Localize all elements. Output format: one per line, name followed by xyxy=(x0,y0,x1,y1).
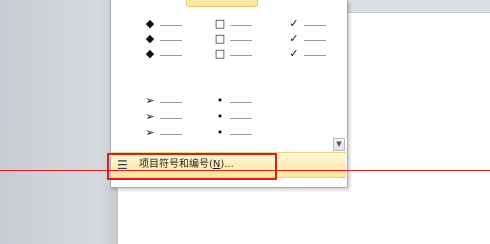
bullet-option-square-2[interactable]: □ xyxy=(213,32,263,46)
bullet-option-arrow-1[interactable]: ➢ xyxy=(143,94,193,108)
bullet-option-arrow-3[interactable]: ➢ xyxy=(143,126,193,140)
arrowhead-bullet-icon: ➢ xyxy=(145,94,155,107)
bullet-option-diamond-3[interactable]: ◆ xyxy=(143,47,193,61)
bullet-option-square-1[interactable]: □ xyxy=(213,17,263,31)
bullet-option-dot-2[interactable]: • xyxy=(213,110,263,124)
check-bullet-icon: ✓ xyxy=(289,32,299,45)
bullet-option-check-2[interactable]: ✓ xyxy=(287,32,337,46)
diamond-bullet-icon: ◆ xyxy=(145,17,155,30)
left-gray-panel xyxy=(0,0,118,244)
bullet-option-square-3[interactable]: □ xyxy=(213,47,263,61)
arrowhead-bullet-icon: ➢ xyxy=(145,110,155,123)
bullet-option-dot-3[interactable]: • xyxy=(213,126,263,140)
square-bullet-icon: □ xyxy=(214,47,226,60)
square-bullet-icon: □ xyxy=(214,32,226,45)
bullet-option-dot-1[interactable]: • xyxy=(213,94,263,108)
dot-bullet-icon: • xyxy=(216,110,224,123)
check-bullet-icon: ✓ xyxy=(289,17,299,30)
selected-top-item-highlight xyxy=(186,0,258,7)
scroll-down-icon[interactable]: ▼ xyxy=(333,138,345,151)
arrowhead-bullet-icon: ➢ xyxy=(145,126,155,139)
check-bullet-icon: ✓ xyxy=(289,47,299,60)
dot-bullet-icon: • xyxy=(216,126,224,139)
bullet-option-diamond-2[interactable]: ◆ xyxy=(143,32,193,46)
document-top-strip xyxy=(348,0,490,13)
diamond-bullet-icon: ◆ xyxy=(145,47,155,60)
bullet-option-check-3[interactable]: ✓ xyxy=(287,47,337,61)
bullet-option-arrow-2[interactable]: ➢ xyxy=(143,110,193,124)
square-bullet-icon: □ xyxy=(214,17,226,30)
bullet-option-diamond-1[interactable]: ◆ xyxy=(143,17,193,31)
diamond-bullet-icon: ◆ xyxy=(145,32,155,45)
dot-bullet-icon: • xyxy=(216,94,224,107)
resize-grip-icon[interactable]: ⋰ xyxy=(339,179,345,185)
annotation-red-box xyxy=(107,153,277,180)
bullet-option-check-1[interactable]: ✓ xyxy=(287,17,337,31)
